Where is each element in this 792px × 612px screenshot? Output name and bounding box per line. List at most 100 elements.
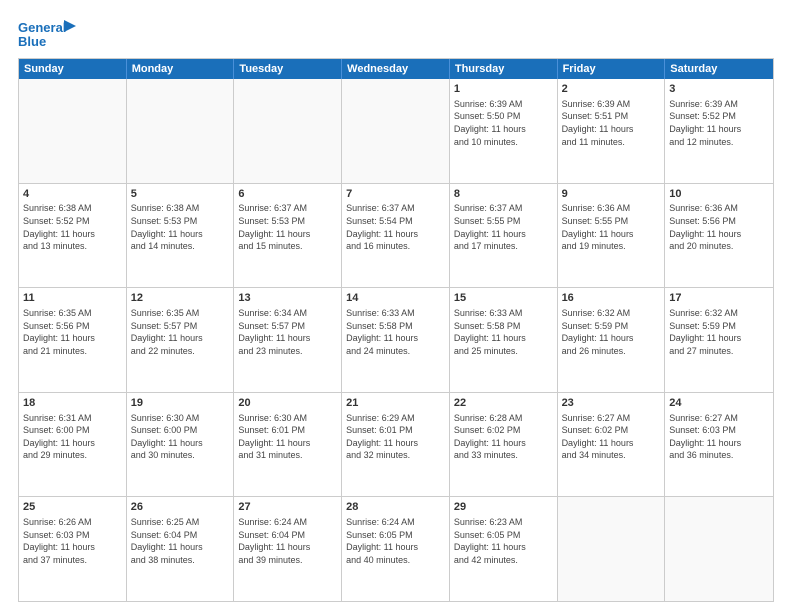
day-info: Sunrise: 6:37 AM Sunset: 5:55 PM Dayligh… [454,202,553,252]
cal-cell: 19Sunrise: 6:30 AM Sunset: 6:00 PM Dayli… [127,393,235,497]
day-info: Sunrise: 6:27 AM Sunset: 6:03 PM Dayligh… [669,412,769,462]
header-day-saturday: Saturday [665,59,773,79]
day-number: 1 [454,82,553,97]
header-day-wednesday: Wednesday [342,59,450,79]
day-info: Sunrise: 6:30 AM Sunset: 6:01 PM Dayligh… [238,412,337,462]
cal-row-0: 1Sunrise: 6:39 AM Sunset: 5:50 PM Daylig… [19,79,773,183]
calendar-header: SundayMondayTuesdayWednesdayThursdayFrid… [19,59,773,79]
header-day-sunday: Sunday [19,59,127,79]
day-info: Sunrise: 6:39 AM Sunset: 5:52 PM Dayligh… [669,98,769,148]
day-number: 14 [346,291,445,306]
cal-cell: 29Sunrise: 6:23 AM Sunset: 6:05 PM Dayli… [450,497,558,601]
cal-cell: 23Sunrise: 6:27 AM Sunset: 6:02 PM Dayli… [558,393,666,497]
day-info: Sunrise: 6:32 AM Sunset: 5:59 PM Dayligh… [562,307,661,357]
cal-cell: 12Sunrise: 6:35 AM Sunset: 5:57 PM Dayli… [127,288,235,392]
cal-cell: 13Sunrise: 6:34 AM Sunset: 5:57 PM Dayli… [234,288,342,392]
day-info: Sunrise: 6:35 AM Sunset: 5:57 PM Dayligh… [131,307,230,357]
day-number: 29 [454,500,553,515]
day-info: Sunrise: 6:34 AM Sunset: 5:57 PM Dayligh… [238,307,337,357]
day-info: Sunrise: 6:29 AM Sunset: 6:01 PM Dayligh… [346,412,445,462]
cal-row-4: 25Sunrise: 6:26 AM Sunset: 6:03 PM Dayli… [19,496,773,601]
cal-cell: 9Sunrise: 6:36 AM Sunset: 5:55 PM Daylig… [558,184,666,288]
day-number: 10 [669,187,769,202]
cal-cell: 27Sunrise: 6:24 AM Sunset: 6:04 PM Dayli… [234,497,342,601]
day-info: Sunrise: 6:24 AM Sunset: 6:04 PM Dayligh… [238,516,337,566]
day-number: 11 [23,291,122,306]
day-info: Sunrise: 6:37 AM Sunset: 5:54 PM Dayligh… [346,202,445,252]
cal-cell: 14Sunrise: 6:33 AM Sunset: 5:58 PM Dayli… [342,288,450,392]
day-info: Sunrise: 6:33 AM Sunset: 5:58 PM Dayligh… [346,307,445,357]
cal-cell: 15Sunrise: 6:33 AM Sunset: 5:58 PM Dayli… [450,288,558,392]
page: GeneralBlue SundayMondayTuesdayWednesday… [0,0,792,612]
svg-text:Blue: Blue [18,34,46,49]
day-info: Sunrise: 6:38 AM Sunset: 5:52 PM Dayligh… [23,202,122,252]
cal-cell: 22Sunrise: 6:28 AM Sunset: 6:02 PM Dayli… [450,393,558,497]
day-number: 2 [562,82,661,97]
cal-cell: 21Sunrise: 6:29 AM Sunset: 6:01 PM Dayli… [342,393,450,497]
cal-cell: 3Sunrise: 6:39 AM Sunset: 5:52 PM Daylig… [665,79,773,183]
day-number: 20 [238,396,337,411]
cal-cell: 2Sunrise: 6:39 AM Sunset: 5:51 PM Daylig… [558,79,666,183]
cal-row-2: 11Sunrise: 6:35 AM Sunset: 5:56 PM Dayli… [19,287,773,392]
cal-cell: 16Sunrise: 6:32 AM Sunset: 5:59 PM Dayli… [558,288,666,392]
day-info: Sunrise: 6:25 AM Sunset: 6:04 PM Dayligh… [131,516,230,566]
day-number: 19 [131,396,230,411]
day-number: 3 [669,82,769,97]
day-number: 12 [131,291,230,306]
cal-cell: 5Sunrise: 6:38 AM Sunset: 5:53 PM Daylig… [127,184,235,288]
cal-cell: 18Sunrise: 6:31 AM Sunset: 6:00 PM Dayli… [19,393,127,497]
day-info: Sunrise: 6:30 AM Sunset: 6:00 PM Dayligh… [131,412,230,462]
cal-cell [342,79,450,183]
day-number: 9 [562,187,661,202]
day-number: 27 [238,500,337,515]
cal-cell [234,79,342,183]
cal-cell: 4Sunrise: 6:38 AM Sunset: 5:52 PM Daylig… [19,184,127,288]
day-number: 8 [454,187,553,202]
cal-cell [558,497,666,601]
day-info: Sunrise: 6:36 AM Sunset: 5:55 PM Dayligh… [562,202,661,252]
cal-cell: 28Sunrise: 6:24 AM Sunset: 6:05 PM Dayli… [342,497,450,601]
day-number: 18 [23,396,122,411]
day-info: Sunrise: 6:39 AM Sunset: 5:51 PM Dayligh… [562,98,661,148]
cal-row-3: 18Sunrise: 6:31 AM Sunset: 6:00 PM Dayli… [19,392,773,497]
logo-area: GeneralBlue [18,16,78,52]
day-number: 28 [346,500,445,515]
cal-cell: 8Sunrise: 6:37 AM Sunset: 5:55 PM Daylig… [450,184,558,288]
day-info: Sunrise: 6:27 AM Sunset: 6:02 PM Dayligh… [562,412,661,462]
day-number: 6 [238,187,337,202]
day-number: 26 [131,500,230,515]
day-info: Sunrise: 6:37 AM Sunset: 5:53 PM Dayligh… [238,202,337,252]
header-day-monday: Monday [127,59,235,79]
day-info: Sunrise: 6:24 AM Sunset: 6:05 PM Dayligh… [346,516,445,566]
cal-cell: 24Sunrise: 6:27 AM Sunset: 6:03 PM Dayli… [665,393,773,497]
day-info: Sunrise: 6:23 AM Sunset: 6:05 PM Dayligh… [454,516,553,566]
day-number: 25 [23,500,122,515]
header-day-thursday: Thursday [450,59,558,79]
cal-cell: 7Sunrise: 6:37 AM Sunset: 5:54 PM Daylig… [342,184,450,288]
cal-cell [665,497,773,601]
day-number: 23 [562,396,661,411]
day-info: Sunrise: 6:38 AM Sunset: 5:53 PM Dayligh… [131,202,230,252]
header-day-tuesday: Tuesday [234,59,342,79]
day-info: Sunrise: 6:26 AM Sunset: 6:03 PM Dayligh… [23,516,122,566]
svg-text:General: General [18,20,66,35]
day-info: Sunrise: 6:36 AM Sunset: 5:56 PM Dayligh… [669,202,769,252]
cal-cell: 1Sunrise: 6:39 AM Sunset: 5:50 PM Daylig… [450,79,558,183]
day-number: 7 [346,187,445,202]
day-number: 15 [454,291,553,306]
header: GeneralBlue [18,16,774,52]
cal-cell: 6Sunrise: 6:37 AM Sunset: 5:53 PM Daylig… [234,184,342,288]
calendar-body: 1Sunrise: 6:39 AM Sunset: 5:50 PM Daylig… [19,79,773,601]
day-number: 24 [669,396,769,411]
cal-row-1: 4Sunrise: 6:38 AM Sunset: 5:52 PM Daylig… [19,183,773,288]
calendar: SundayMondayTuesdayWednesdayThursdayFrid… [18,58,774,602]
cal-cell: 20Sunrise: 6:30 AM Sunset: 6:01 PM Dayli… [234,393,342,497]
day-info: Sunrise: 6:39 AM Sunset: 5:50 PM Dayligh… [454,98,553,148]
day-info: Sunrise: 6:28 AM Sunset: 6:02 PM Dayligh… [454,412,553,462]
day-number: 13 [238,291,337,306]
day-info: Sunrise: 6:32 AM Sunset: 5:59 PM Dayligh… [669,307,769,357]
day-info: Sunrise: 6:35 AM Sunset: 5:56 PM Dayligh… [23,307,122,357]
cal-cell: 17Sunrise: 6:32 AM Sunset: 5:59 PM Dayli… [665,288,773,392]
cal-cell: 26Sunrise: 6:25 AM Sunset: 6:04 PM Dayli… [127,497,235,601]
cal-cell: 10Sunrise: 6:36 AM Sunset: 5:56 PM Dayli… [665,184,773,288]
